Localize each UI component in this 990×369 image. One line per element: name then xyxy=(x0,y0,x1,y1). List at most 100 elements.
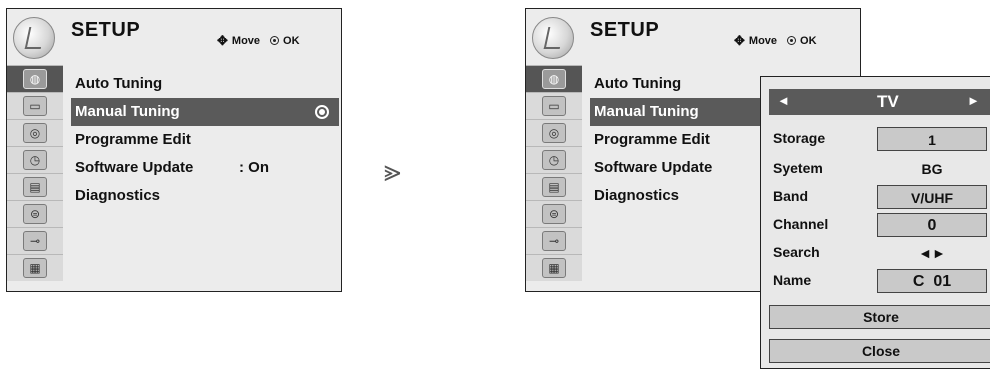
tv-icon: ▭ xyxy=(542,96,566,116)
mode-label: TV xyxy=(877,92,899,111)
sidebar-item-picture[interactable]: ▭ xyxy=(7,92,63,119)
menu-title: SETUP xyxy=(71,19,141,41)
close-button[interactable]: Close xyxy=(769,339,990,363)
transition-arrow-icon: ⪢ xyxy=(384,154,401,189)
clock-icon: ◷ xyxy=(23,150,47,170)
globe-icon: ◍ xyxy=(542,69,566,89)
move-arrows-icon: ✥ xyxy=(217,33,228,48)
sidebar-item-input[interactable]: ⊸ xyxy=(526,227,582,254)
speaker-icon: ◎ xyxy=(23,123,47,143)
channel-field[interactable]: 0 xyxy=(877,213,987,237)
band-label: Band xyxy=(773,188,808,204)
sidebar-item-time[interactable]: ◷ xyxy=(526,146,582,173)
setup-logo-icon xyxy=(532,17,574,59)
menu-item-label: Auto Tuning xyxy=(594,75,682,92)
system-row: Syetem BG xyxy=(769,157,990,181)
mode-right-arrow-icon[interactable]: ► xyxy=(967,93,980,108)
sidebar-item-audio[interactable]: ◎ xyxy=(526,119,582,146)
menu-items: Auto Tuning Manual Tuning Programme Edit… xyxy=(71,70,339,210)
sidebar-item-option[interactable]: ▤ xyxy=(526,173,582,200)
storage-row: Storage 1 xyxy=(769,127,990,151)
channel-row: Channel 0 xyxy=(769,213,990,237)
menu-icon-column: ◍ ▭ ◎ ◷ ▤ ⊜ ⊸ ▦ xyxy=(526,65,582,281)
band-row: Band V/UHF xyxy=(769,185,990,209)
menu-item-auto-tuning[interactable]: Auto Tuning xyxy=(590,70,762,98)
setup-logo-icon xyxy=(13,17,55,59)
sidebar-item-option[interactable]: ▤ xyxy=(7,173,63,200)
selected-indicator-icon xyxy=(315,105,329,119)
clock-icon: ◷ xyxy=(542,150,566,170)
nav-hint: ✥ Move OK xyxy=(734,34,817,47)
menu-item-label: Auto Tuning xyxy=(75,75,163,92)
menu-item-label: Manual Tuning xyxy=(75,103,180,120)
search-label: Search xyxy=(773,244,820,260)
menu-item-label: Software Update xyxy=(75,159,194,176)
sidebar-item-picture[interactable]: ▭ xyxy=(526,92,582,119)
menu-sidebar: ◍ ▭ ◎ ◷ ▤ ⊜ ⊸ ▦ xyxy=(7,9,63,291)
band-field[interactable]: V/UHF xyxy=(877,185,987,209)
menu-item-programme-edit[interactable]: Programme Edit xyxy=(71,126,339,154)
lock-icon: ⊜ xyxy=(23,204,47,224)
clapper-icon: ▦ xyxy=(542,258,566,278)
menu-item-software-update[interactable]: Software Update xyxy=(590,154,762,182)
sidebar-item-setup[interactable]: ◍ xyxy=(526,65,582,92)
menu-item-programme-edit[interactable]: Programme Edit xyxy=(590,126,762,154)
channel-label: Channel xyxy=(773,216,829,232)
ok-hint-label: OK xyxy=(283,34,300,47)
menu-item-label: Diagnostics xyxy=(594,187,680,204)
manual-tuning-popup: ◄ TV ► Storage 1 Syetem BG Band V/UHF Ch… xyxy=(760,76,990,369)
menu-item-label: Software Update xyxy=(594,159,713,176)
move-hint-label: Move xyxy=(231,34,261,47)
menu-item-label: Programme Edit xyxy=(75,131,191,148)
ok-button-icon xyxy=(787,36,797,45)
menu-item-manual-tuning[interactable]: Manual Tuning xyxy=(590,98,762,126)
globe-icon: ◍ xyxy=(23,69,47,89)
mode-selector[interactable]: ◄ TV ► xyxy=(769,89,990,115)
sidebar-item-media[interactable]: ▦ xyxy=(7,254,63,281)
sidebar-item-lock[interactable]: ⊜ xyxy=(526,200,582,227)
menu-item-label: Manual Tuning xyxy=(594,103,699,120)
menu-item-label: Diagnostics xyxy=(75,187,161,204)
setup-menu-left: ◍ ▭ ◎ ◷ ▤ ⊜ ⊸ ▦ SETUP ✥ Move OK Auto Tun… xyxy=(6,8,342,292)
move-arrows-icon: ✥ xyxy=(734,33,745,48)
speaker-icon: ◎ xyxy=(542,123,566,143)
software-update-value: : On xyxy=(239,159,269,176)
move-hint-label: Move xyxy=(748,34,778,47)
name-field[interactable]: C 01 xyxy=(877,269,987,293)
menu-item-diagnostics[interactable]: Diagnostics xyxy=(590,182,762,210)
sidebar-item-media[interactable]: ▦ xyxy=(526,254,582,281)
storage-label: Storage xyxy=(773,130,826,146)
storage-field[interactable]: 1 xyxy=(877,127,987,151)
nav-hint: ✥ Move OK xyxy=(217,34,300,47)
store-button[interactable]: Store xyxy=(769,305,990,329)
name-row: Name C 01 xyxy=(769,269,990,293)
menu-item-software-update[interactable]: Software Update : On xyxy=(71,154,339,182)
menu-title: SETUP xyxy=(590,19,660,41)
sidebar-item-time[interactable]: ◷ xyxy=(7,146,63,173)
sidebar-item-input[interactable]: ⊸ xyxy=(7,227,63,254)
search-row: Search ◄► xyxy=(769,241,990,265)
sidebar-item-audio[interactable]: ◎ xyxy=(7,119,63,146)
system-label: Syetem xyxy=(773,160,823,176)
name-label: Name xyxy=(773,272,812,288)
menu-sidebar: ◍ ▭ ◎ ◷ ▤ ⊜ ⊸ ▦ xyxy=(526,9,582,291)
search-arrows-icon[interactable]: ◄► xyxy=(877,241,987,265)
input-plug-icon: ⊸ xyxy=(23,231,47,251)
input-plug-icon: ⊸ xyxy=(542,231,566,251)
mode-left-arrow-icon[interactable]: ◄ xyxy=(777,93,790,108)
ok-button-icon xyxy=(270,36,280,45)
ok-hint-label: OK xyxy=(800,34,817,47)
sidebar-item-setup[interactable]: ◍ xyxy=(7,65,63,92)
tv-icon: ▭ xyxy=(23,96,47,116)
clapper-icon: ▦ xyxy=(23,258,47,278)
menu-item-auto-tuning[interactable]: Auto Tuning xyxy=(71,70,339,98)
system-value[interactable]: BG xyxy=(877,157,987,181)
menu-item-label: Programme Edit xyxy=(594,131,710,148)
lock-icon: ⊜ xyxy=(542,204,566,224)
menu-icon-column: ◍ ▭ ◎ ◷ ▤ ⊜ ⊸ ▦ xyxy=(7,65,63,281)
sidebar-item-lock[interactable]: ⊜ xyxy=(7,200,63,227)
menu-item-diagnostics[interactable]: Diagnostics xyxy=(71,182,339,210)
option-icon: ▤ xyxy=(23,177,47,197)
menu-item-manual-tuning[interactable]: Manual Tuning xyxy=(71,98,339,126)
menu-items: Auto Tuning Manual Tuning Programme Edit… xyxy=(590,70,762,210)
